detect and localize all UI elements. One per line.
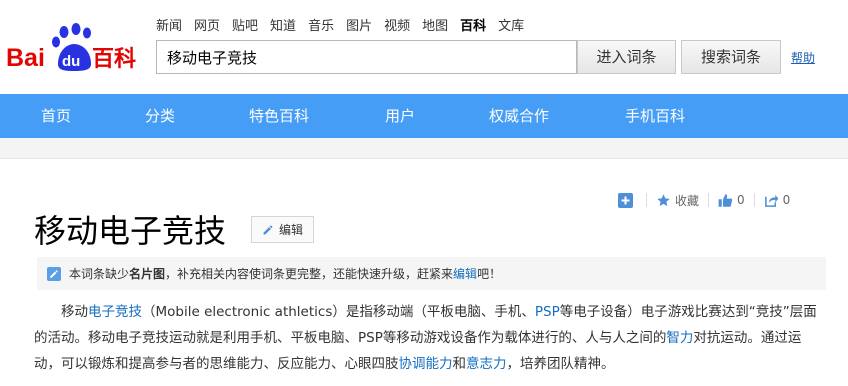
logo-du-text: du [62, 53, 80, 70]
para-text: ，培养团队精神。 [506, 356, 615, 372]
notice-bold: 名片图 [129, 267, 166, 281]
star-icon [657, 193, 670, 206]
pencil-icon [47, 266, 61, 281]
like-button[interactable]: 0 [718, 193, 745, 208]
top-nav-web[interactable]: 网页 [194, 15, 220, 35]
content-gap [0, 138, 848, 158]
search-input[interactable] [156, 40, 577, 74]
link-psp[interactable]: PSP [535, 304, 560, 320]
plus-square-icon [618, 192, 633, 208]
edit-button[interactable]: 编辑 [251, 216, 314, 243]
para-text: 和 [452, 356, 467, 372]
summary-paragraph: 移动电子竞技（Mobile electronic athletics）是指移动端… [34, 299, 824, 377]
logo-baike-text: 百科 [92, 47, 136, 72]
entry-actions: 收藏 0 0 [618, 191, 790, 209]
edit-label: 编辑 [278, 223, 303, 237]
baidu-baike-logo[interactable]: Bai du 百科 [6, 22, 146, 74]
share-button[interactable]: 0 [764, 193, 791, 208]
divider [646, 193, 647, 207]
favorite-label: 收藏 [675, 193, 700, 208]
missing-image-notice: 本词条缺少 名片图 ，补充相关内容使词条更完整，还能快速升级，赶紧来 编辑 吧！ [37, 257, 826, 290]
main-nav: 首页 分类 特色百科 用户 权威合作 手机百科 [0, 94, 848, 138]
logo-bai-text: Bai [6, 44, 45, 72]
top-nav-video[interactable]: 视频 [384, 15, 410, 35]
top-nav-map[interactable]: 地图 [422, 15, 448, 35]
pencil-icon [263, 225, 273, 234]
link-esports[interactable]: 电子竞技 [88, 304, 142, 320]
link-intellect[interactable]: 智力 [666, 330, 693, 346]
page-title: 移动电子竞技 [34, 212, 227, 250]
main-nav-mobile[interactable]: 手机百科 [625, 94, 685, 138]
enter-entry-button[interactable]: 进入词条 [577, 40, 676, 74]
main-nav-users[interactable]: 用户 [385, 94, 415, 138]
thumbs-up-icon [718, 193, 733, 207]
link-coordination[interactable]: 协调能力 [399, 356, 453, 372]
link-willpower[interactable]: 意志力 [466, 356, 507, 372]
main-nav-home[interactable]: 首页 [41, 94, 71, 138]
top-nav-images[interactable]: 图片 [346, 15, 372, 35]
favorite-button[interactable]: 收藏 [656, 192, 699, 209]
para-text: （Mobile electronic athletics）是指移动端（平板电脑、… [142, 304, 535, 320]
main-nav-category[interactable]: 分类 [145, 94, 175, 138]
header: Bai du 百科 新闻 网页 贴吧 知道 音乐 图片 视频 地图 百科 文库 … [0, 0, 848, 94]
share-icon [764, 194, 779, 207]
top-nav-news[interactable]: 新闻 [156, 15, 182, 35]
top-nav: 新闻 网页 贴吧 知道 音乐 图片 视频 地图 百科 文库 [156, 15, 536, 35]
help-link[interactable]: 帮助 [791, 49, 815, 66]
notice-text-3: 吧！ [477, 267, 502, 281]
divider [708, 193, 710, 207]
top-nav-wenku[interactable]: 文库 [498, 15, 524, 35]
divider [753, 193, 755, 207]
main-nav-featured[interactable]: 特色百科 [249, 94, 309, 138]
like-count: 0 [737, 193, 745, 207]
top-nav-tieba[interactable]: 贴吧 [232, 15, 258, 35]
top-nav-zhidao[interactable]: 知道 [270, 15, 296, 35]
notice-text-2: ，补充相关内容使词条更完整，还能快速升级，赶紧来 [165, 267, 454, 281]
main-nav-partners[interactable]: 权威合作 [489, 94, 549, 138]
search-entry-button[interactable]: 搜索词条 [681, 40, 781, 74]
notice-text-1: 本词条缺少 [69, 267, 130, 281]
share-count: 0 [782, 193, 791, 207]
para-text: 移动 [61, 304, 88, 320]
top-nav-baike[interactable]: 百科 [460, 15, 486, 35]
add-button[interactable] [618, 192, 637, 208]
top-nav-music[interactable]: 音乐 [308, 15, 334, 35]
notice-edit-link[interactable]: 编辑 [453, 265, 477, 282]
entry-content: 收藏 0 0 移动电子竞技 编辑 本词条缺少 名片图 ，补充相关内容使词条更完整… [0, 158, 848, 386]
